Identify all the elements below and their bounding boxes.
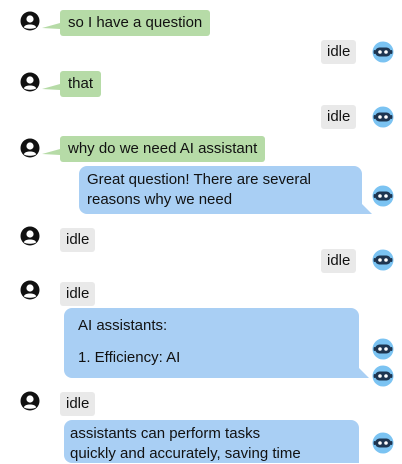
message-text: idle [327,108,351,125]
message-text: idle [66,285,90,302]
idle-message: idle [321,249,357,273]
assistant-message-bubble: AI assistants: 1. Efficiency: AI [64,308,369,378]
robot-avatar-icon [372,432,394,454]
idle-message: idle [60,392,96,416]
robot-avatar-icon [372,365,394,387]
robot-avatar-icon [372,41,394,63]
idle-message: idle [60,228,96,252]
message-text-line: quickly and accurately, saving time [70,445,301,462]
user-message-bubble: so I have a question [60,10,211,36]
user-avatar-icon [20,280,40,300]
idle-message: idle [60,282,96,306]
idle-message: idle [321,105,357,129]
message-text: idle [66,231,90,248]
message-text: idle [327,43,351,60]
user-avatar-icon [20,72,40,92]
message-text-line: 1. Efficiency: AI [78,349,181,366]
user-message-bubble: why do we need AI assistant [60,136,266,162]
user-message-bubble: that [60,71,102,97]
message-text: why do we need AI assistant [68,140,258,157]
robot-avatar-icon [372,106,394,128]
idle-message: idle [321,40,357,64]
robot-avatar-icon [372,338,394,360]
message-text: so I have a question [68,14,203,31]
message-text-line: assistants can perform tasks [70,425,261,442]
message-text-line: AI assistants: [78,317,168,334]
user-avatar-icon [20,226,40,246]
robot-avatar-icon [372,249,394,271]
message-text: idle [66,395,90,412]
message-text: that [68,75,94,92]
user-avatar-icon [20,391,40,411]
user-avatar-icon [20,138,40,158]
message-text-line: Great question! There are several [87,171,312,188]
message-text-line: reasons why we need [87,191,233,208]
message-text: idle [327,252,351,269]
user-avatar-icon [20,11,40,31]
assistant-message-bubble: Great question! There are several reason… [79,166,372,214]
assistant-message-bubble: assistants can perform tasks quickly and… [64,420,359,463]
robot-avatar-icon [372,185,394,207]
